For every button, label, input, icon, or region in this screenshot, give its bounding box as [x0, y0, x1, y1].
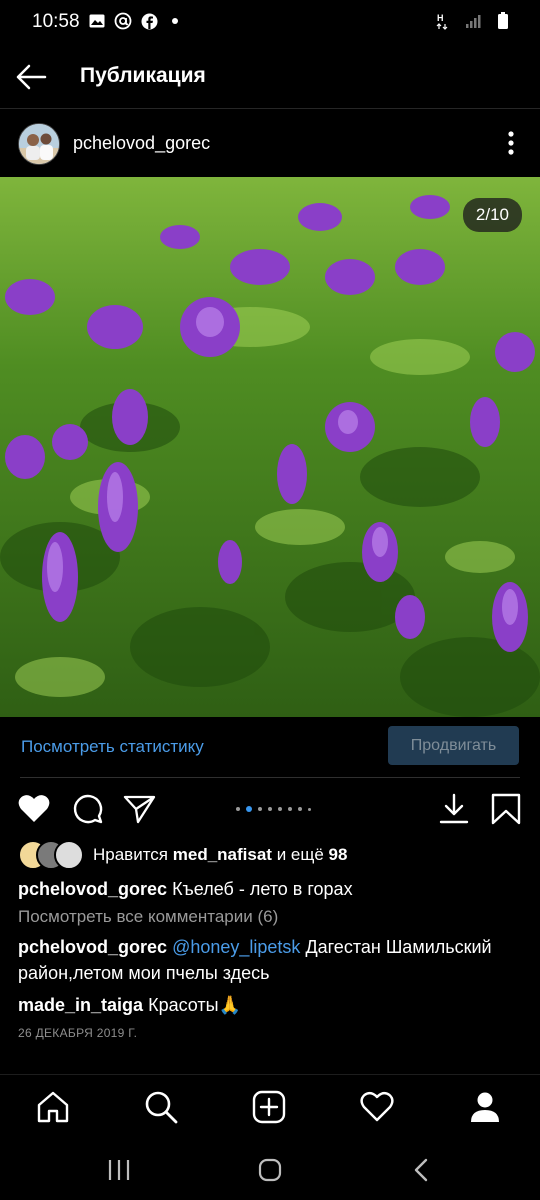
post-actions — [0, 786, 540, 832]
post-caption: pchelovod_gorec Къелеб - лето в горах — [18, 877, 528, 901]
avatar[interactable] — [18, 123, 60, 165]
comment-mention[interactable]: @honey_lipetsk — [172, 937, 300, 957]
status-bar: 10:58 H — [0, 0, 540, 44]
view-insights-link[interactable]: Посмотреть статистику — [21, 737, 204, 757]
home-icon[interactable] — [35, 1089, 71, 1125]
comment-username[interactable]: made_in_taiga — [18, 995, 143, 1015]
gallery-icon — [88, 12, 106, 30]
top-app-bar: Публикация — [0, 44, 540, 109]
carousel-dot — [278, 807, 282, 811]
back-arrow-icon[interactable] — [14, 60, 48, 94]
signal-icon — [464, 12, 482, 30]
post-photo[interactable]: 2/10 — [0, 177, 540, 717]
network-h-icon: H — [434, 12, 452, 30]
carousel-indicator — [236, 806, 311, 812]
like-heart-icon[interactable] — [17, 792, 51, 826]
insights-row: Посмотреть статистику Продвигать — [0, 717, 540, 778]
carousel-dot — [288, 807, 292, 811]
post-username[interactable]: pchelovod_gorec — [73, 133, 210, 154]
bottom-navigation — [0, 1074, 540, 1139]
comment-username[interactable]: pchelovod_gorec — [18, 937, 167, 957]
post-header: pchelovod_gorec — [0, 109, 540, 177]
share-send-icon[interactable] — [123, 792, 157, 826]
divider — [20, 777, 520, 778]
more-options-icon[interactable] — [506, 129, 516, 157]
home-button-icon[interactable] — [257, 1157, 283, 1183]
caption-text: Къелеб - лето в горах — [172, 879, 353, 899]
back-icon[interactable] — [409, 1157, 435, 1183]
carousel-dot — [236, 807, 240, 811]
carousel-dot — [308, 807, 311, 811]
comment: made_in_taiga Красоты🙏 — [18, 992, 528, 1018]
system-navigation — [0, 1138, 540, 1200]
promote-button[interactable]: Продвигать — [388, 726, 519, 765]
battery-icon — [494, 12, 512, 30]
activity-heart-icon[interactable] — [359, 1089, 395, 1125]
facebook-icon — [140, 12, 158, 30]
status-time: 10:58 — [32, 11, 80, 32]
view-all-comments-link[interactable]: Посмотреть все комментарии (6) — [18, 907, 278, 927]
liker-avatars — [18, 840, 86, 870]
liker-username[interactable]: med_nafisat — [173, 845, 272, 864]
svg-text:H: H — [437, 13, 444, 23]
profile-icon[interactable] — [467, 1089, 503, 1125]
add-post-icon[interactable] — [251, 1089, 287, 1125]
dot-icon — [166, 12, 184, 30]
download-icon[interactable] — [437, 792, 471, 826]
comment-icon[interactable] — [71, 792, 105, 826]
at-sign-icon — [114, 12, 132, 30]
bookmark-save-icon[interactable] — [489, 792, 523, 826]
likes-row[interactable]: Нравится med_nafisat и ещё 98 — [18, 840, 528, 870]
likes-summary: Нравится med_nafisat и ещё 98 — [93, 845, 348, 864]
search-icon[interactable] — [143, 1089, 179, 1125]
carousel-dot — [258, 807, 262, 811]
post-date: 26 ДЕКАБРЯ 2019 Г. — [18, 1026, 138, 1040]
meadow-flowers-photo — [0, 177, 540, 717]
liker-avatar — [54, 840, 84, 870]
page-title: Публикация — [80, 64, 206, 87]
comment: pchelovod_gorec @honey_lipetsk Дагестан … — [18, 934, 528, 986]
likes-count[interactable]: 98 — [329, 845, 348, 864]
recents-icon[interactable] — [106, 1157, 132, 1183]
carousel-dot-active — [246, 806, 252, 812]
carousel-dot — [298, 807, 302, 811]
caption-username[interactable]: pchelovod_gorec — [18, 879, 167, 899]
slide-counter: 2/10 — [462, 198, 522, 232]
comment-text: Красоты🙏 — [148, 995, 241, 1015]
carousel-dot — [268, 807, 272, 811]
